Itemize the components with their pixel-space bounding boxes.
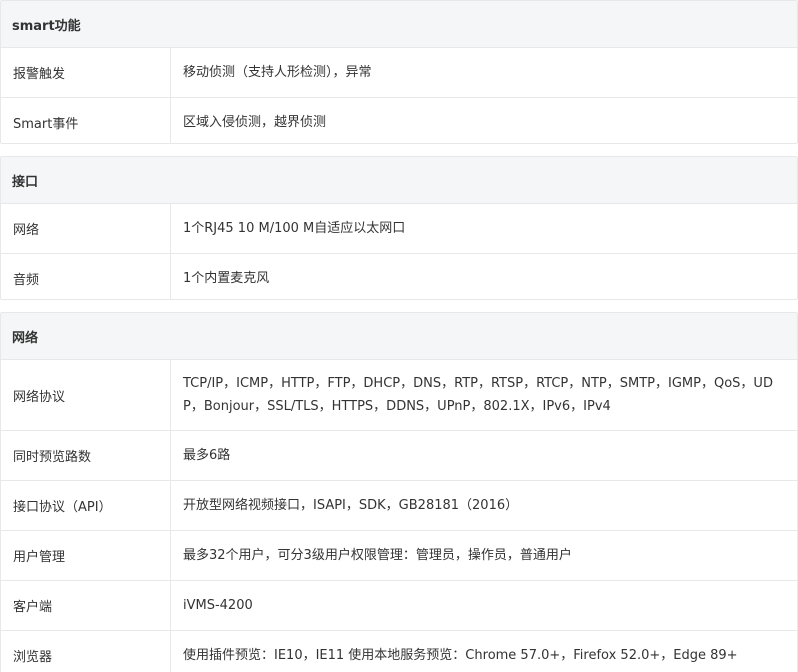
- table-row: 客户端 iVMS-4200: [1, 581, 797, 631]
- row-value: 开放型网络视频接口，ISAPI，SDK，GB28181（2016）: [183, 498, 519, 513]
- row-label: 浏览器: [1, 631, 171, 672]
- row-label: 同时预览路数: [1, 431, 171, 480]
- row-value: iVMS-4200: [183, 598, 253, 613]
- row-value: 1个内置麦克风: [183, 271, 270, 286]
- table-row: 网络协议 TCP/IP，ICMP，HTTP，FTP，DHCP，DNS，RTP，R…: [1, 360, 797, 431]
- section-network: 网络 网络协议 TCP/IP，ICMP，HTTP，FTP，DHCP，DNS，RT…: [0, 312, 798, 672]
- row-label: 报警触发: [1, 48, 171, 97]
- section-title: 接口: [1, 157, 797, 204]
- spec-page: smart功能 报警触发 移动侦测（支持人形检测），异常 Smart事件 区域入…: [0, 0, 798, 672]
- table-row: 报警触发 移动侦测（支持人形检测），异常: [1, 48, 797, 98]
- row-value: TCP/IP，ICMP，HTTP，FTP，DHCP，DNS，RTP，RTSP，R…: [183, 376, 773, 414]
- row-label: 用户管理: [1, 531, 171, 580]
- row-value: 区域入侵侦测，越界侦测: [183, 115, 327, 130]
- row-label: 网络协议: [1, 360, 171, 430]
- table-row: 接口协议（API） 开放型网络视频接口，ISAPI，SDK，GB28181（20…: [1, 481, 797, 531]
- section-title: 网络: [1, 313, 797, 360]
- table-row: 同时预览路数 最多6路: [1, 431, 797, 481]
- table-row: 网络 1个RJ45 10 M/100 M自适应以太网口: [1, 204, 797, 254]
- row-value: 1个RJ45 10 M/100 M自适应以太网口: [183, 221, 406, 236]
- row-value: 移动侦测（支持人形检测），异常: [183, 65, 372, 80]
- row-label: 接口协议（API）: [1, 481, 171, 530]
- row-label: 客户端: [1, 581, 171, 630]
- section-title: smart功能: [1, 1, 797, 48]
- section-interface: 接口 网络 1个RJ45 10 M/100 M自适应以太网口 音频 1个内置麦克…: [0, 156, 798, 300]
- table-row: Smart事件 区域入侵侦测，越界侦测: [1, 98, 797, 143]
- row-value: 使用插件预览：IE10，IE11 使用本地服务预览：Chrome 57.0+，F…: [183, 648, 738, 663]
- row-label: Smart事件: [1, 98, 171, 143]
- table-row: 浏览器 使用插件预览：IE10，IE11 使用本地服务预览：Chrome 57.…: [1, 631, 797, 672]
- table-row: 用户管理 最多32个用户，可分3级用户权限管理：管理员，操作员，普通用户: [1, 531, 797, 581]
- row-value: 最多6路: [183, 448, 231, 463]
- row-value: 最多32个用户，可分3级用户权限管理：管理员，操作员，普通用户: [183, 548, 572, 563]
- section-smart: smart功能 报警触发 移动侦测（支持人形检测），异常 Smart事件 区域入…: [0, 0, 798, 144]
- row-label: 网络: [1, 204, 171, 253]
- table-row: 音频 1个内置麦克风: [1, 254, 797, 299]
- row-label: 音频: [1, 254, 171, 299]
